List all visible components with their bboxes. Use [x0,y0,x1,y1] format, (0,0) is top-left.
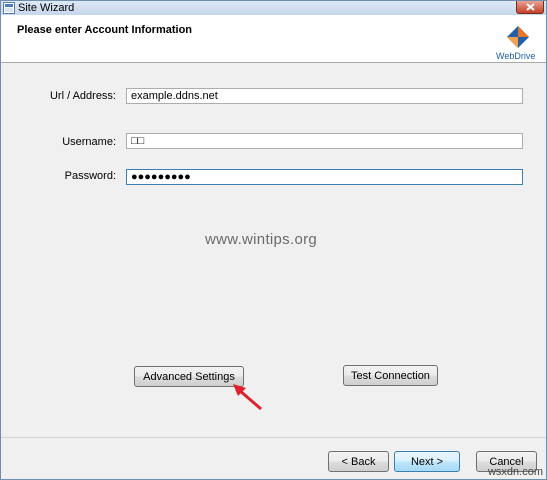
test-connection-button[interactable]: Test Connection [343,365,438,386]
back-button[interactable]: < Back [328,451,389,472]
webdrive-logo-text: WebDrive [496,51,536,61]
webdrive-logo-icon [507,26,529,48]
red-arrow-icon [233,384,262,411]
app-icon [3,2,15,14]
next-button[interactable]: Next > [394,451,460,472]
wizard-header: Please enter Account Information WebDriv… [1,15,546,63]
url-label: Url / Address: [49,90,116,102]
page-title: Please enter Account Information [17,24,193,36]
site-watermark: wsxdn.com [487,466,543,478]
title-bar[interactable]: Site Wizard [1,1,546,15]
watermark-text: www.wintips.org [205,231,318,248]
advanced-settings-button[interactable]: Advanced Settings [134,366,244,387]
window-title: Site Wizard [18,2,75,14]
username-label: Username: [62,136,116,148]
password-input[interactable] [126,169,523,185]
close-button[interactable] [516,1,544,14]
site-wizard-window: Site Wizard Please enter Account Informa… [0,0,547,480]
close-icon [526,3,535,11]
url-address-input[interactable] [126,88,523,104]
username-input[interactable] [126,133,523,149]
password-label: Password: [64,170,116,182]
webdrive-logo: WebDrive [496,25,538,61]
footer-divider [1,437,546,438]
